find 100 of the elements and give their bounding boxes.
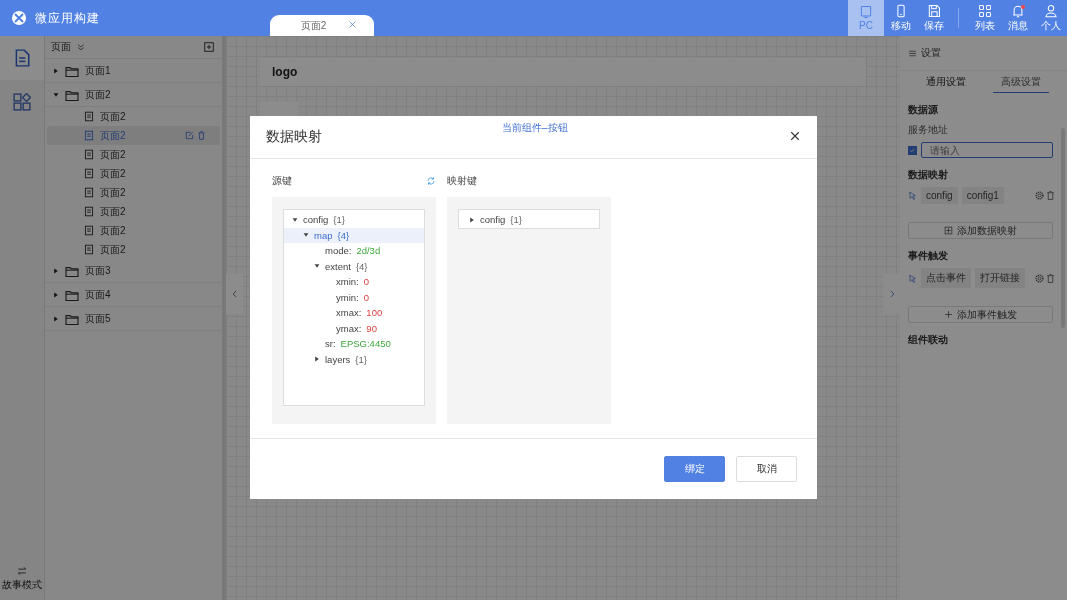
node-key: mode: bbox=[325, 245, 352, 257]
collapse-icon bbox=[77, 42, 86, 52]
bind-button[interactable]: 绑定 bbox=[664, 456, 725, 482]
logo-text: logo bbox=[272, 65, 298, 79]
tree-node[interactable]: xmax: 100 bbox=[284, 305, 424, 321]
mapped-key-label: 映射键 bbox=[447, 174, 477, 188]
tree-node[interactable]: mode: 2d/3d bbox=[284, 243, 424, 259]
node-value: 2d/3d bbox=[356, 245, 381, 257]
event-tag: 点击事件 bbox=[921, 268, 971, 288]
toolbar-button[interactable]: 保存 bbox=[917, 0, 950, 36]
tree-folder[interactable]: 页面3 bbox=[45, 259, 222, 283]
tree-node[interactable]: xmin: 0 bbox=[284, 274, 424, 290]
mapping-tag: config bbox=[921, 187, 958, 204]
node-key: xmax: bbox=[336, 307, 362, 319]
tree-page[interactable]: 页面2 bbox=[47, 107, 220, 126]
checkbox[interactable] bbox=[908, 145, 917, 155]
folder-icon bbox=[65, 288, 79, 301]
gear-icon bbox=[1035, 273, 1044, 283]
app-title: 微应用构建 bbox=[35, 9, 100, 27]
section-title: 组件联动 bbox=[908, 333, 949, 347]
refresh-icon bbox=[426, 176, 436, 186]
page-tab[interactable]: 页面2 bbox=[270, 15, 374, 36]
tree-node[interactable]: config {1} bbox=[284, 212, 424, 228]
node-key: config bbox=[480, 214, 506, 226]
node-key: ymax: bbox=[336, 322, 362, 334]
node-count: {1} bbox=[355, 353, 367, 365]
swap-icon bbox=[16, 566, 28, 576]
section-title: 事件触发 bbox=[908, 249, 949, 263]
caret-down-icon bbox=[314, 263, 320, 270]
check-icon bbox=[909, 146, 916, 154]
folder-icon bbox=[65, 312, 79, 325]
dialog-title: 数据映射 bbox=[266, 128, 322, 146]
add-icon bbox=[944, 226, 953, 235]
tree-page[interactable]: 页面2 bbox=[47, 202, 220, 221]
node-key: layers bbox=[325, 353, 351, 365]
trash-icon bbox=[1046, 191, 1055, 200]
trash-icon bbox=[197, 131, 206, 140]
page-icon bbox=[84, 187, 94, 198]
tree-node[interactable]: map {4} bbox=[284, 227, 424, 243]
tree-folder[interactable]: 页面4 bbox=[45, 283, 222, 307]
tree-page[interactable]: 页面2 bbox=[47, 183, 220, 202]
save-icon bbox=[926, 3, 941, 18]
folder-icon bbox=[65, 64, 79, 77]
service-url-field[interactable]: 请输入 bbox=[921, 142, 1053, 158]
tree-page[interactable]: 页面2 bbox=[47, 240, 220, 259]
document-icon bbox=[13, 49, 31, 67]
rail-button[interactable] bbox=[0, 36, 44, 80]
node-key: ymin: bbox=[336, 291, 359, 303]
event-tag: 打开链接 bbox=[975, 268, 1025, 288]
settings-title: 设置 bbox=[921, 46, 941, 60]
node-count: {1} bbox=[510, 214, 522, 226]
settings-icon bbox=[908, 48, 917, 58]
add-event-button[interactable]: 添加事件触发 bbox=[908, 306, 1053, 323]
page-icon bbox=[84, 111, 94, 122]
node-key: extent bbox=[325, 260, 351, 272]
tree-folder[interactable]: 页面1 bbox=[45, 59, 222, 83]
caret-down-icon bbox=[303, 232, 309, 239]
tree-folder[interactable]: 页面2 bbox=[45, 83, 222, 107]
tree-node[interactable]: extent {4} bbox=[284, 258, 424, 274]
section-title: 数据源 bbox=[908, 103, 939, 117]
refresh-button[interactable] bbox=[426, 176, 436, 186]
cancel-button[interactable]: 取消 bbox=[736, 456, 797, 482]
tree-node[interactable]: config {1} bbox=[459, 212, 599, 228]
add-icon bbox=[204, 42, 214, 52]
node-value: 0 bbox=[363, 276, 369, 288]
caret-right-icon bbox=[53, 291, 59, 298]
tree-page[interactable]: 页面2 bbox=[47, 164, 220, 183]
tree-node[interactable]: ymax: 90 bbox=[284, 320, 424, 336]
tree-folder[interactable]: 页面5 bbox=[45, 307, 222, 331]
close-icon bbox=[789, 129, 801, 142]
toolbar-button[interactable]: 移动 bbox=[884, 0, 917, 36]
add-mapping-button[interactable]: 添加数据映射 bbox=[908, 222, 1053, 239]
tree-page[interactable]: 页面2 bbox=[47, 126, 220, 145]
node-key: map bbox=[314, 229, 333, 241]
toolbar-button[interactable]: 个人 bbox=[1034, 0, 1067, 36]
settings-tab[interactable]: 通用设置 bbox=[917, 71, 974, 93]
close-icon bbox=[348, 20, 358, 29]
toolbar-button[interactable]: 消息 bbox=[1001, 0, 1034, 36]
node-count: {1} bbox=[333, 214, 345, 226]
tree-page[interactable]: 页面2 bbox=[47, 145, 220, 164]
page-icon bbox=[84, 244, 94, 255]
caret-right-icon bbox=[53, 67, 59, 74]
folder-icon bbox=[65, 264, 79, 277]
page-icon bbox=[84, 206, 94, 217]
cursor-icon bbox=[908, 191, 917, 200]
folder-icon bbox=[65, 88, 79, 101]
caret-right-icon bbox=[53, 267, 59, 274]
node-value: 0 bbox=[363, 291, 369, 303]
tree-page[interactable]: 页面2 bbox=[47, 221, 220, 240]
node-value: 100 bbox=[366, 307, 383, 319]
tree-node[interactable]: ymin: 0 bbox=[284, 289, 424, 305]
settings-tab[interactable]: 高级设置 bbox=[993, 71, 1050, 93]
node-count: {4} bbox=[337, 229, 350, 241]
plus-icon bbox=[944, 310, 953, 319]
node-value: EPSG:4450 bbox=[340, 338, 391, 350]
tree-node[interactable]: sr: EPSG:4450 bbox=[284, 336, 424, 352]
tree-node[interactable]: layers {1} bbox=[284, 351, 424, 367]
story-mode-label[interactable]: 故事模式 bbox=[2, 578, 42, 592]
node-value: 90 bbox=[366, 322, 377, 334]
page-icon bbox=[84, 149, 94, 160]
